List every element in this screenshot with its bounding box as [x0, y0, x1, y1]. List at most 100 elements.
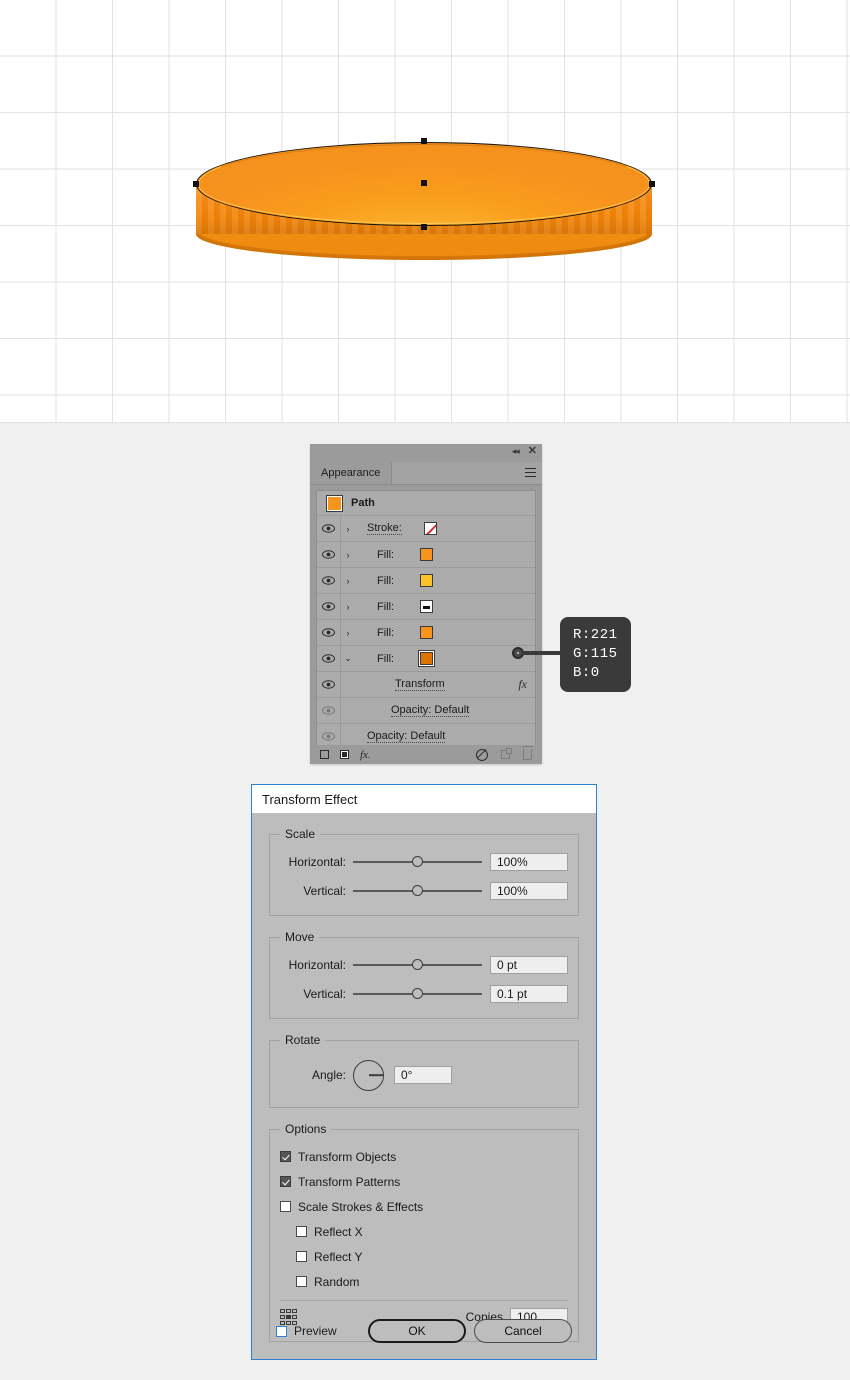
add-new-stroke-icon[interactable] [320, 750, 329, 759]
preview-checkbox[interactable] [276, 1325, 287, 1337]
expand-arrow-fill-3[interactable]: › [341, 602, 355, 612]
preview-row[interactable]: Preview [276, 1324, 337, 1338]
add-new-effect-icon[interactable]: fx. [360, 749, 370, 761]
dialog-title: Transform Effect [262, 791, 358, 807]
target-name-label: Path [351, 497, 375, 509]
fx-icon[interactable]: fx [518, 677, 527, 692]
anchor-point-right[interactable] [649, 181, 655, 187]
visibility-toggle-stroke[interactable] [317, 516, 341, 541]
dialog-titlebar: Transform Effect [252, 785, 596, 813]
transform-patterns-row[interactable]: Transform Patterns [280, 1169, 424, 1194]
anchor-point-top[interactable] [421, 138, 427, 144]
slider-handle[interactable] [411, 855, 423, 867]
tab-appearance[interactable]: Appearance [310, 462, 393, 484]
clear-appearance-icon[interactable] [476, 748, 488, 761]
anchor-point-center[interactable] [421, 180, 427, 186]
transform-objects-checkbox[interactable] [280, 1151, 291, 1162]
move-vertical-input[interactable]: 0.1 pt [490, 984, 568, 1003]
appearance-row-fill-5[interactable]: ⌄ Fill: [317, 646, 535, 672]
stroke-label: Stroke: [367, 522, 402, 535]
eye-icon [322, 706, 335, 715]
slider-handle[interactable] [411, 958, 423, 970]
fill-4-swatch[interactable] [420, 626, 434, 639]
scale-strokes-checkbox[interactable] [280, 1201, 291, 1212]
coin-artwork[interactable] [193, 138, 655, 275]
stroke-swatch-none[interactable] [423, 522, 437, 535]
expand-arrow-fill-5[interactable]: ⌄ [341, 653, 355, 664]
reflect-y-row[interactable]: Reflect Y [296, 1244, 440, 1269]
anchor-point-left[interactable] [193, 181, 199, 187]
appearance-row-fill-2[interactable]: › Fill: [317, 568, 535, 594]
opacity-root-label[interactable]: Opacity: Default [367, 730, 446, 743]
transform-objects-row[interactable]: Transform Objects [280, 1144, 424, 1169]
anchor-point-bottom[interactable] [421, 224, 427, 230]
scale-strokes-label: Scale Strokes & Effects [298, 1199, 424, 1214]
reflect-x-checkbox[interactable] [296, 1226, 307, 1237]
opacity-nested-label[interactable]: Opacity: Default [391, 704, 470, 717]
cancel-button[interactable]: Cancel [474, 1319, 572, 1343]
move-horizontal-slider[interactable] [353, 957, 482, 973]
visibility-toggle-fill-3[interactable] [317, 594, 341, 619]
scale-horizontal-label: Horizontal: [288, 854, 346, 869]
fill-5-swatch-selected[interactable] [420, 652, 434, 665]
collapse-panel-icon[interactable]: ◂◂ [512, 446, 520, 456]
appearance-row-transform[interactable]: Transform fx [317, 672, 535, 698]
appearance-target-row[interactable]: Path [317, 491, 535, 516]
callout-g-value: G:115 [573, 646, 618, 662]
panel-menu-icon[interactable] [525, 468, 536, 477]
random-row[interactable]: Random [296, 1269, 440, 1294]
appearance-row-fill-3[interactable]: › Fill: [317, 594, 535, 620]
options-legend: Options [285, 1122, 327, 1136]
scale-horizontal-input[interactable]: 100% [490, 852, 568, 871]
move-horizontal-input[interactable]: 0 pt [490, 955, 568, 974]
duplicate-item-icon[interactable] [501, 748, 512, 759]
callout-b-value: B:0 [573, 665, 600, 681]
expand-arrow-fill-1[interactable]: › [341, 550, 355, 560]
chevron-right-icon: › [346, 549, 350, 560]
scale-vertical-input[interactable]: 100% [490, 881, 568, 900]
expand-arrow-fill-4[interactable]: › [341, 628, 355, 638]
reflect-x-row[interactable]: Reflect X [296, 1219, 440, 1244]
expand-arrow-fill-2[interactable]: › [341, 576, 355, 586]
appearance-row-fill-1[interactable]: › Fill: [317, 542, 535, 568]
add-new-fill-icon[interactable] [340, 750, 349, 759]
expand-arrow-stroke[interactable]: › [341, 524, 355, 534]
appearance-row-stroke[interactable]: › Stroke: [317, 516, 535, 542]
visibility-toggle-fill-1[interactable] [317, 542, 341, 567]
scale-vertical-slider[interactable] [353, 883, 482, 899]
close-panel-icon[interactable]: ✕ [528, 446, 537, 457]
fill-2-swatch[interactable] [420, 574, 434, 587]
visibility-toggle-fill-5[interactable] [317, 646, 341, 671]
fill-3-swatch-pattern[interactable] [420, 600, 434, 613]
scale-vertical-value: 100% [497, 883, 528, 898]
visibility-toggle-fill-2[interactable] [317, 568, 341, 593]
visibility-toggle-opacity-nested[interactable] [317, 698, 341, 723]
scale-horizontal-slider[interactable] [353, 854, 482, 870]
visibility-toggle-fill-4[interactable] [317, 620, 341, 645]
ok-button[interactable]: OK [368, 1319, 466, 1343]
cancel-button-label: Cancel [504, 1324, 542, 1338]
appearance-row-opacity-nested[interactable]: Opacity: Default [317, 698, 535, 724]
angle-input[interactable]: 0° [394, 1066, 452, 1084]
transform-objects-label: Transform Objects [298, 1149, 397, 1164]
move-vertical-slider[interactable] [353, 986, 482, 1002]
slider-handle[interactable] [411, 987, 423, 999]
scale-strokes-row[interactable]: Scale Strokes & Effects [280, 1194, 424, 1219]
transform-effect-label[interactable]: Transform [395, 678, 445, 691]
chevron-right-icon: › [346, 575, 350, 586]
transform-patterns-label: Transform Patterns [298, 1174, 401, 1189]
appearance-row-fill-4[interactable]: › Fill: [317, 620, 535, 646]
fill-1-swatch[interactable] [420, 548, 434, 561]
angle-dial-control[interactable] [353, 1059, 384, 1091]
move-legend: Move [285, 930, 315, 944]
transform-effect-dialog[interactable]: Transform Effect Scale Horizontal: 100% … [251, 784, 597, 1360]
random-checkbox[interactable] [296, 1276, 307, 1287]
scale-group: Scale Horizontal: 100% Vertical: 100% [269, 827, 579, 916]
reflect-y-checkbox[interactable] [296, 1251, 307, 1262]
artboard-canvas[interactable] [0, 0, 850, 423]
appearance-panel[interactable]: ◂◂ ✕ Appearance Path › Stroke: › Fill: ›… [310, 444, 542, 764]
visibility-toggle-transform[interactable] [317, 672, 341, 697]
transform-patterns-checkbox[interactable] [280, 1176, 291, 1187]
slider-handle[interactable] [411, 884, 423, 896]
delete-item-icon[interactable] [522, 746, 533, 760]
